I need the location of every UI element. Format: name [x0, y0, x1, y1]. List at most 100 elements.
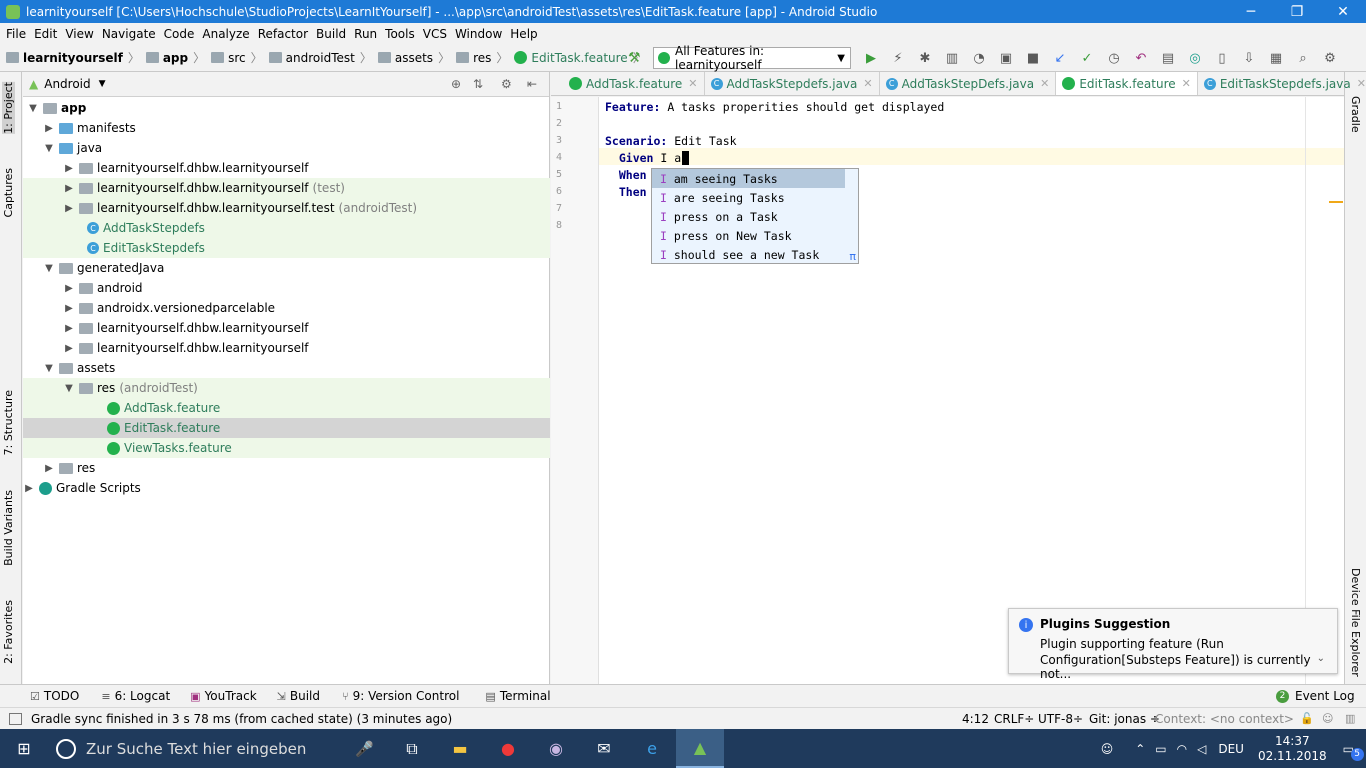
- tab-device-file-explorer[interactable]: Device File Explorer: [1349, 568, 1362, 677]
- tab-build[interactable]: ⇲ Build: [277, 689, 320, 703]
- menu-window[interactable]: Window: [451, 27, 506, 41]
- edge-icon[interactable]: e: [628, 729, 676, 768]
- tree-item-edittask-feature[interactable]: EditTask.feature: [23, 418, 550, 438]
- chevron-right-icon[interactable]: ▶: [63, 183, 75, 194]
- chevron-right-icon[interactable]: ▶: [63, 303, 75, 314]
- completion-item[interactable]: I press on a Task: [652, 207, 858, 226]
- taskbar-search[interactable]: Zur Suche Text hier eingeben 🎤: [48, 729, 388, 768]
- tree-item-addtaskstepdefs[interactable]: C AddTaskStepdefs: [23, 218, 550, 238]
- chevron-right-icon[interactable]: ▶: [63, 203, 75, 214]
- breadcrumb-app[interactable]: app 〉: [145, 49, 205, 66]
- chevron-down-icon[interactable]: ▼: [43, 263, 55, 274]
- eclipse-icon[interactable]: ◉: [532, 729, 580, 768]
- close-icon[interactable]: ✕: [1040, 77, 1049, 90]
- avd-manager-icon[interactable]: ▯: [1211, 48, 1233, 68]
- tree-item-assets[interactable]: ▼ assets: [23, 358, 550, 378]
- menu-analyze[interactable]: Analyze: [198, 27, 253, 41]
- chevron-up-icon[interactable]: ⌃: [1135, 742, 1145, 756]
- tree-item-package-generated-1[interactable]: ▶ learnityourself.dhbw.learnityourself: [23, 318, 550, 338]
- people-icon[interactable]: ☺: [1101, 742, 1114, 756]
- profile-icon[interactable]: ▥: [941, 48, 963, 68]
- tab-youtrack[interactable]: ▣ YouTrack: [190, 689, 257, 703]
- menu-vcs[interactable]: VCS: [419, 27, 451, 41]
- breadcrumb-src[interactable]: src 〉: [211, 49, 263, 66]
- completion-item[interactable]: I are seeing Tasks: [652, 188, 858, 207]
- tree-item-app[interactable]: ▼ app: [23, 98, 550, 118]
- close-icon[interactable]: ✕: [863, 77, 872, 90]
- debug-icon[interactable]: ✱: [914, 48, 936, 68]
- android-studio-taskbar-icon[interactable]: ▲: [676, 729, 724, 768]
- revert-icon[interactable]: ↶: [1130, 48, 1152, 68]
- mail-icon[interactable]: ✉: [580, 729, 628, 768]
- terminal-icon[interactable]: ▤: [1157, 48, 1179, 68]
- windows-start-icon[interactable]: ⊞: [0, 729, 48, 768]
- sync-gradle-icon[interactable]: ◎: [1184, 48, 1206, 68]
- battery-icon[interactable]: ▭: [1155, 742, 1166, 756]
- tab-gradle[interactable]: Gradle: [1349, 96, 1362, 133]
- tab-build-variants[interactable]: Build Variants: [2, 490, 15, 566]
- tab-version-control[interactable]: ⑂ 9: Version Control: [342, 689, 459, 703]
- build-hammer-icon[interactable]: ⚒: [628, 50, 641, 66]
- gear-icon[interactable]: ⚙: [501, 77, 512, 91]
- completion-item[interactable]: I should see a new Task: [652, 245, 858, 264]
- tab-project[interactable]: 1: Project: [2, 82, 15, 134]
- chevron-right-icon[interactable]: ▶: [63, 343, 75, 354]
- sync-icon[interactable]: ⊕: [451, 77, 461, 91]
- chevron-right-icon[interactable]: ▶: [63, 323, 75, 334]
- chevron-down-icon[interactable]: ▼: [27, 103, 39, 114]
- run-icon[interactable]: ▶: [860, 48, 882, 68]
- breadcrumb-project[interactable]: learnityourself 〉: [6, 49, 140, 66]
- tree-item-package-test[interactable]: ▶ learnityourself.dhbw.learnityourself (te…: [23, 178, 550, 198]
- tree-item-manifests[interactable]: ▶ manifests: [23, 118, 550, 138]
- vcs-update-icon[interactable]: ↙: [1049, 48, 1071, 68]
- breadcrumb-res[interactable]: res 〉: [456, 49, 508, 66]
- tab-edittask-feature[interactable]: EditTask.feature ✕: [1056, 72, 1198, 95]
- menu-build[interactable]: Build: [312, 27, 350, 41]
- chevron-right-icon[interactable]: ▶: [43, 463, 55, 474]
- context-indicator[interactable]: Context: <no context>: [1155, 712, 1294, 726]
- run-configuration-select[interactable]: All Features in: learnityourself ▼: [653, 44, 851, 72]
- tab-addtask-feature[interactable]: AddTask.feature ✕: [563, 72, 705, 95]
- action-center-icon[interactable]: ▭ 5: [1343, 742, 1364, 761]
- clock[interactable]: 14:37 02.11.2018: [1258, 734, 1327, 764]
- chevron-right-icon[interactable]: ▶: [63, 283, 75, 294]
- tree-item-package-androidtest[interactable]: ▶ learnityourself.dhbw.learnityourself.te…: [23, 198, 550, 218]
- chevron-down-icon[interactable]: ⌄: [1317, 653, 1325, 664]
- vcs-commit-icon[interactable]: ✓: [1076, 48, 1098, 68]
- collapse-icon[interactable]: ⇅: [473, 77, 483, 91]
- chevron-right-icon[interactable]: ▶: [23, 483, 35, 494]
- chevron-right-icon[interactable]: ▶: [63, 163, 75, 174]
- tree-item-res[interactable]: ▶ res: [23, 458, 550, 478]
- completion-item[interactable]: I press on New Task: [652, 226, 858, 245]
- tab-edittaskstepdefs-java[interactable]: C EditTaskStepdefs.java ✕: [1198, 72, 1366, 95]
- menu-refactor[interactable]: Refactor: [254, 27, 312, 41]
- caret-position[interactable]: 4:12: [962, 712, 989, 726]
- menu-run[interactable]: Run: [350, 27, 381, 41]
- lock-icon[interactable]: 🔓: [1300, 712, 1314, 725]
- tree-item-package-generated-2[interactable]: ▶ learnityourself.dhbw.learnityourself: [23, 338, 550, 358]
- hide-panel-icon[interactable]: ⇤: [527, 77, 537, 91]
- close-icon[interactable]: ✕: [1357, 77, 1366, 90]
- chevron-down-icon[interactable]: ▼: [63, 383, 75, 394]
- vcs-history-icon[interactable]: ◷: [1103, 48, 1125, 68]
- tree-item-java[interactable]: ▼ java: [23, 138, 550, 158]
- close-icon[interactable]: ✕: [1182, 77, 1191, 90]
- tree-item-package[interactable]: ▶ learnityourself.dhbw.learnityourself: [23, 158, 550, 178]
- inspector-icon[interactable]: ☺: [1322, 712, 1333, 725]
- menu-view[interactable]: View: [61, 27, 97, 41]
- line-separator[interactable]: CRLF÷: [994, 712, 1034, 726]
- breadcrumb-assets[interactable]: assets 〉: [377, 49, 450, 66]
- project-view-select[interactable]: Android: [44, 77, 90, 91]
- microphone-icon[interactable]: 🎤: [355, 740, 374, 758]
- tab-favorites[interactable]: 2: Favorites: [2, 600, 15, 664]
- tab-logcat[interactable]: ≡ 6: Logcat: [101, 689, 170, 703]
- pi-icon[interactable]: π: [849, 250, 856, 263]
- completion-item[interactable]: I am seeing Tasks: [652, 169, 845, 188]
- apply-changes-icon[interactable]: ⚡: [887, 48, 909, 68]
- settings-icon[interactable]: ⚙: [1319, 48, 1341, 68]
- tab-todo[interactable]: ☑ TODO: [30, 689, 79, 703]
- tab-event-log[interactable]: 2 Event Log: [1276, 689, 1355, 703]
- tree-item-edittaskstepdefs[interactable]: C EditTaskStepdefs: [23, 238, 550, 258]
- tab-terminal[interactable]: ▤ Terminal: [485, 689, 550, 703]
- tab-captures[interactable]: Captures: [2, 168, 15, 217]
